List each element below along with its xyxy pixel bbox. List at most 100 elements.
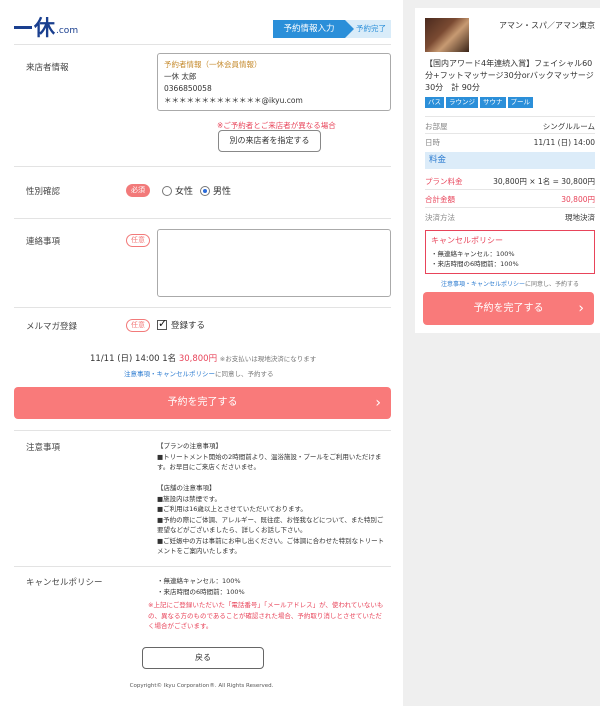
complete-booking-label: 予約を完了する <box>167 397 238 408</box>
booking-form-panel: 休 .com 予約情報入力 予約完了 来店者情報 予約者情報（一休会員情報） 一… <box>0 0 403 706</box>
guest-email: ＊＊＊＊＊＊＊＊＊＊＊＊＊@ikyu.com <box>164 96 303 105</box>
shop-notice-4: ■ご妊娠中の方は事前にお申し出ください。ご体調に合わせた特別なトリートメントをご… <box>157 536 385 556</box>
booking-summary: 11/11 (日) 14:00 1名 30,800円 ※お支払いは現地決済になり… <box>90 352 316 364</box>
agree-suffix: に同意し、予約する <box>215 370 274 378</box>
divider <box>14 430 391 431</box>
hotel-name[interactable]: アマン・スパ／アマン東京 <box>499 20 595 31</box>
cancel-policy-box: キャンセルポリシー ・無連絡キャンセル：100% ・来店時間の6時間前：100% <box>425 230 595 274</box>
room-label: お部屋 <box>425 122 448 131</box>
gender-radio-male[interactable]: 男性 <box>200 184 231 197</box>
tag-lounge: ラウンジ <box>446 97 478 108</box>
tag-sauna: サウナ <box>480 97 506 108</box>
logo-dash <box>14 26 32 29</box>
radio-label-female: 女性 <box>175 187 194 197</box>
tag-bath: バス <box>425 97 444 108</box>
contact-textarea[interactable] <box>157 229 391 297</box>
ikyu-logo[interactable]: 休 .com <box>14 14 78 38</box>
guest-label: 来店者情報 <box>26 63 69 73</box>
sidebar-cancel-policy-link[interactable]: キャンセルポリシー <box>471 281 525 288</box>
summary-datetime: 11/11 (日) 14:00 1名 <box>90 354 177 364</box>
payment-label: 決済方法 <box>425 213 455 222</box>
radio-circle-selected <box>200 185 210 196</box>
cancel-policy-item: ・来店時間の6時間前：100% <box>431 260 519 268</box>
room-row: お部屋 シングルルーム <box>425 121 595 132</box>
divider <box>14 566 391 567</box>
plan-notice-heading: 【プランの注意事項】 <box>157 442 222 450</box>
tag-pool: プール <box>507 97 533 108</box>
date-value: 11/11 (日) 14:00 <box>533 138 595 147</box>
chevron-right-icon: › <box>375 395 381 411</box>
gender-label: 性別確認 <box>26 187 61 197</box>
plan-fee-value: 30,800円 × 1名 = 30,800円 <box>493 177 595 186</box>
divider <box>14 44 391 45</box>
notice-text: 【プランの注意事項】 ■トリートメント開始の2時間前より、温浴施設・プールをご利… <box>157 441 387 557</box>
guest-info-box: 予約者情報（一休会員情報） 一休 太郎 0366850058 ＊＊＊＊＊＊＊＊＊… <box>157 53 391 111</box>
required-badge: 必須 <box>126 184 150 197</box>
total-value: 30,800円 <box>561 195 595 204</box>
optional-badge: 任意 <box>126 319 150 332</box>
sidebar-agree-line: 注意事項・キャンセルポリシーに同意し、予約する <box>425 279 595 288</box>
optional-badge: 任意 <box>126 234 150 247</box>
plan-fee-row: プラン料金 30,800円 × 1名 = 30,800円 <box>425 176 595 187</box>
room-value: シングルルーム <box>542 122 595 131</box>
divider <box>14 218 391 219</box>
gender-radio-female[interactable]: 女性 <box>162 184 193 197</box>
guest-box-heading: 予約者情報（一休会員情報） <box>164 60 262 69</box>
radio-circle <box>162 185 172 196</box>
divider <box>425 133 595 134</box>
shop-notice-2: ■ご利用は16歳以上とさせていただいております。 <box>157 505 307 513</box>
payment-value: 現地決済 <box>565 213 595 222</box>
shop-notice-3: ■予約の際にご体調、アレルギー、既往症、お怪我などについて、また特別ご要望などが… <box>157 515 384 535</box>
booking-sidebar: アマン・スパ／アマン東京 【国内アワード4年連続入賞】フェイシャル60分+フット… <box>415 8 600 333</box>
chevron-right-icon: › <box>578 300 584 316</box>
plan-fee-label: プラン料金 <box>425 177 463 186</box>
fee-heading: 料金 <box>425 152 595 169</box>
cancel-policy-link[interactable]: キャンセルポリシー <box>157 370 216 378</box>
divider <box>14 166 391 167</box>
guest-phone: 0366850058 <box>164 84 212 93</box>
spa-thumbnail <box>425 18 469 52</box>
sidebar-complete-booking-button[interactable]: 予約を完了する › <box>423 292 594 325</box>
total-label: 合計金額 <box>425 195 455 204</box>
payment-row: 決済方法 現地決済 <box>425 212 595 223</box>
sidebar-agree-suffix: に同意し、予約する <box>525 281 580 288</box>
cancel-policy-item: ・無連絡キャンセル：100% <box>431 250 515 258</box>
divider <box>425 189 595 190</box>
specify-other-guest-button[interactable]: 別の来店者を指定する <box>218 130 321 152</box>
divider <box>425 207 595 208</box>
notice-link[interactable]: 注意事項 <box>124 370 150 378</box>
complete-booking-button[interactable]: 予約を完了する › <box>14 387 391 419</box>
cancel-policy-item: ・来店時間の6時間前：100% <box>157 587 245 596</box>
total-row: 合計金額 30,800円 <box>425 194 595 205</box>
checkbox-checked-icon <box>157 317 167 330</box>
cancel-policy-item: ・無連絡キャンセル：100% <box>157 577 241 585</box>
agree-line: 注意事項・キャンセルポリシーに同意し、予約する <box>124 368 274 378</box>
divider <box>425 116 595 117</box>
cancel-policy-list: ・無連絡キャンセル：100% ・来店時間の6時間前：100% <box>157 576 245 597</box>
back-button[interactable]: 戻る <box>142 647 264 669</box>
shop-notice-1: ■施設内は禁煙です。 <box>157 494 221 503</box>
copyright: Copyright© Ikyu Corporation®. All Rights… <box>129 683 274 689</box>
shop-notice-heading: 【店舗の注意事項】 <box>157 484 216 492</box>
payment-note: ※お支払いは現地決済になります <box>219 355 317 363</box>
plan-notice-body: ■トリートメント開始の2時間前より、温浴施設・プールをご利用いただけます。お早目… <box>157 452 382 472</box>
cancel-policy-label: キャンセルポリシー <box>26 578 103 588</box>
logo-kanji: 休 <box>34 15 55 40</box>
plan-name: 【国内アワード4年連続入賞】フェイシャル60分+フットマッサージ30分orバック… <box>425 59 594 92</box>
date-row: 日時 11/11 (日) 14:00 <box>425 137 595 148</box>
logo-suffix: .com <box>56 26 79 36</box>
sidebar-notice-link[interactable]: 注意事項 <box>441 281 465 288</box>
newsletter-label: メルマガ登録 <box>26 322 78 332</box>
facility-tags: バス ラウンジ サウナ プール <box>425 97 533 108</box>
radio-label-male: 男性 <box>213 187 232 197</box>
notice-label: 注意事項 <box>26 443 61 453</box>
sidebar-complete-booking-label: 予約を完了する <box>473 303 544 314</box>
progress-steps: 予約情報入力 予約完了 <box>273 20 391 38</box>
cancel-warning: ※上記にご登録いただいた「電話番号」「メールアドレス」が、使われていないもの、異… <box>148 601 384 630</box>
step-current: 予約情報入力 <box>273 20 354 38</box>
summary-price: 30,800円 <box>178 354 218 364</box>
newsletter-checkbox[interactable]: 登録する <box>157 317 205 331</box>
date-label: 日時 <box>425 138 440 147</box>
guest-name: 一休 太郎 <box>164 72 197 81</box>
